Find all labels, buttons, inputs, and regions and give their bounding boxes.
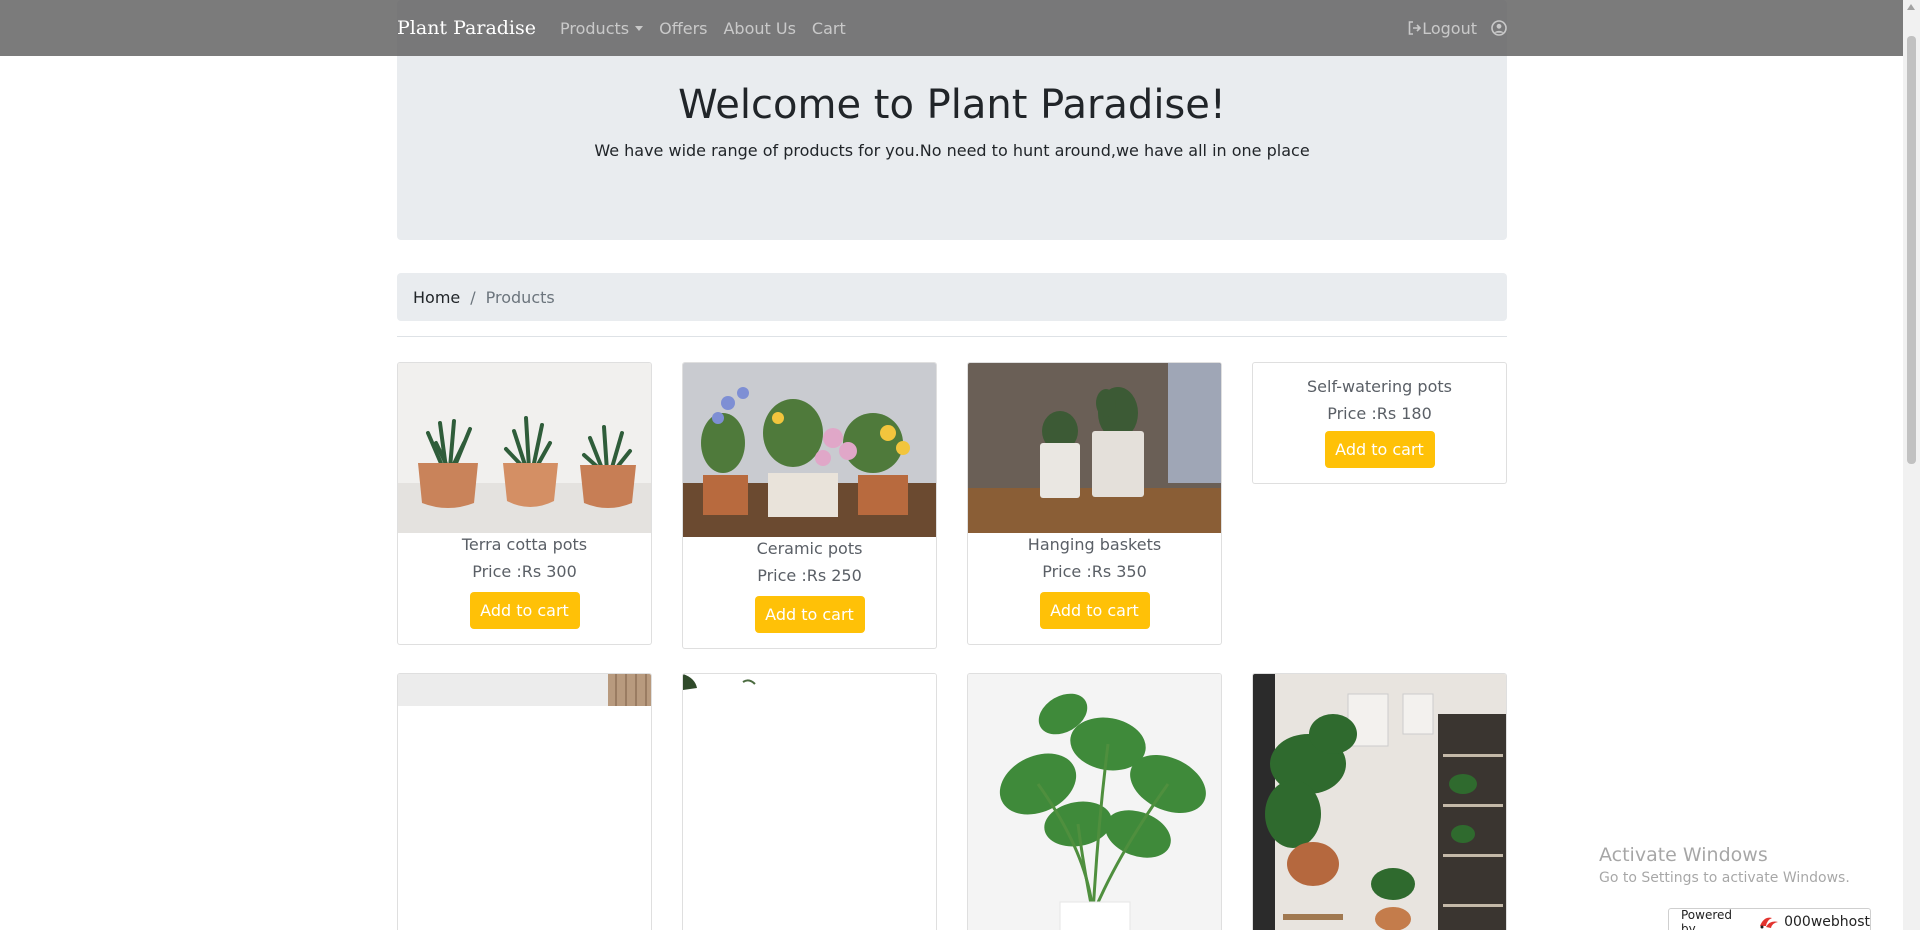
scroll-up-arrow-icon[interactable] [1907, 4, 1915, 10]
product-image-ceramic [683, 363, 936, 537]
powered-by-label: Powered by [1681, 908, 1733, 930]
hero-subtitle: We have wide range of products for you.N… [594, 141, 1310, 160]
product-card [967, 673, 1222, 930]
add-to-cart-button[interactable]: Add to cart [1324, 431, 1435, 468]
add-to-cart-button[interactable]: Add to cart [1039, 592, 1150, 629]
powered-by-badge[interactable]: Powered by 000webhost [1668, 908, 1871, 930]
product-image [398, 674, 651, 706]
nav-products-label: Products [560, 18, 630, 38]
product-card [397, 673, 652, 930]
breadcrumb: Home / Products [397, 273, 1507, 321]
product-name: Hanging baskets [1027, 535, 1162, 554]
add-to-cart-button[interactable]: Add to cart [754, 596, 865, 633]
watermark-title: Activate Windows [1599, 844, 1768, 866]
product-price: Price :Rs 350 [1042, 562, 1147, 581]
breadcrumb-home[interactable]: Home [413, 288, 460, 307]
divider [397, 336, 1507, 337]
product-image-plant-shelf [1253, 674, 1506, 930]
product-price: Price :Rs 180 [1327, 404, 1432, 423]
vertical-scrollbar[interactable] [1903, 0, 1920, 930]
breadcrumb-current: Products [485, 287, 555, 307]
page: Welcome to Plant Paradise! We have wide … [0, 0, 1903, 930]
logout-label: Logout [1422, 18, 1477, 38]
product-card-ceramic: Ceramic pots Price :Rs 250 Add to cart [682, 362, 937, 649]
brand-logo[interactable]: Plant Paradise [397, 17, 536, 39]
product-image-terra-cotta [398, 363, 651, 533]
sign-out-icon [1408, 21, 1422, 35]
product-card-terra-cotta: Terra cotta pots Price :Rs 300 Add to ca… [397, 362, 652, 645]
webhost-name: 000webhost [1784, 914, 1870, 930]
product-name: Terra cotta pots [461, 535, 588, 554]
logout-link[interactable]: Logout [1408, 19, 1477, 38]
breadcrumb-separator: / [470, 287, 476, 307]
nav-offers[interactable]: Offers [659, 19, 707, 38]
product-card-hanging-baskets: Hanging baskets Price :Rs 350 Add to car… [967, 362, 1222, 645]
product-name: Ceramic pots [756, 539, 863, 558]
product-card-self-watering: Self-watering pots Price :Rs 180 Add to … [1252, 362, 1507, 484]
windows-activation-watermark: Activate Windows Go to Settings to activ… [1599, 844, 1850, 886]
product-card [1252, 673, 1507, 930]
add-to-cart-button[interactable]: Add to cart [469, 592, 580, 629]
product-price: Price :Rs 300 [472, 562, 577, 581]
product-card [682, 673, 937, 930]
product-image-hanging-baskets [968, 363, 1221, 533]
webhost-logo-icon [1758, 914, 1780, 930]
user-circle-icon[interactable] [1491, 20, 1507, 36]
nav-products-dropdown[interactable]: Products [560, 18, 644, 38]
hero-title: Welcome to Plant Paradise! [678, 82, 1226, 128]
caret-down-icon [635, 25, 644, 31]
product-image [683, 674, 936, 690]
watermark-subtitle: Go to Settings to activate Windows. [1599, 870, 1850, 886]
product-name: Self-watering pots [1307, 377, 1452, 396]
product-image-monstera [968, 674, 1221, 930]
scrollbar-thumb[interactable] [1907, 36, 1916, 464]
nav-cart[interactable]: Cart [812, 19, 846, 38]
product-price: Price :Rs 250 [757, 566, 862, 585]
nav-about-us[interactable]: About Us [723, 19, 795, 38]
top-navbar: Plant Paradise Products Offers About Us … [0, 0, 1903, 56]
